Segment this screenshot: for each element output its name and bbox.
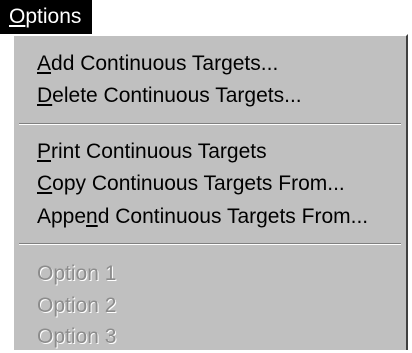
menu-separator xyxy=(19,123,401,125)
menu-item-option-2: Option 2 xyxy=(37,294,117,317)
menu-item-copy-continuous-targets-from[interactable]: Copy Continuous Targets From... xyxy=(37,168,345,200)
menu-item-mnemonic: n xyxy=(86,205,98,228)
menu-options-label: ptions xyxy=(25,5,82,28)
menu-item-mnemonic: P xyxy=(37,140,52,163)
menu-item-option-3: Option 3 xyxy=(37,325,117,348)
menu-item-mnemonic: D xyxy=(37,84,53,107)
menu-separator xyxy=(19,243,401,245)
menu-item-add-continuous-targets[interactable]: Add Continuous Targets... xyxy=(37,48,278,80)
options-dropdown-menu: Add Continuous Targets... Delete Continu… xyxy=(12,34,408,350)
menu-item-option-1: Option 1 xyxy=(37,262,117,285)
menu-item-delete-continuous-targets[interactable]: Delete Continuous Targets... xyxy=(37,80,302,112)
menu-item-mnemonic: C xyxy=(37,172,53,195)
menu-item-append-continuous-targets-from[interactable]: Append Continuous Targets From... xyxy=(37,201,368,233)
menu-options[interactable]: Options xyxy=(0,0,92,34)
menu-item-mnemonic: A xyxy=(37,52,52,75)
menu-item-print-continuous-targets[interactable]: Print Continuous Targets xyxy=(37,136,267,168)
menu-options-mnemonic: O xyxy=(9,5,26,28)
